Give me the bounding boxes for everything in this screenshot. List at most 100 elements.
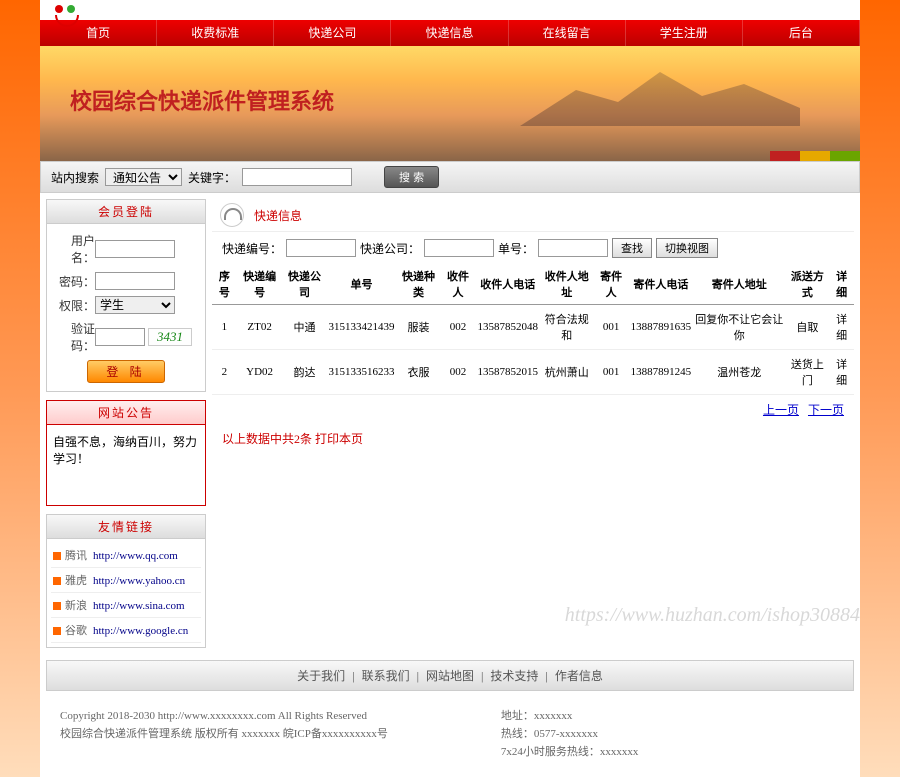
cell: 002 — [441, 350, 476, 395]
captcha-input[interactable] — [95, 328, 145, 346]
password-label: 密码： — [53, 273, 95, 290]
cell: 符合法规和 — [540, 305, 594, 350]
cell[interactable]: 详细 — [829, 350, 854, 395]
th: 派送方式 — [785, 264, 829, 305]
banner-title: 校园综合快递派件管理系统 — [70, 84, 334, 116]
th: 快递种类 — [397, 264, 441, 305]
password-input[interactable] — [95, 272, 175, 290]
link-item[interactable]: 腾讯http://www.qq.com — [51, 543, 201, 568]
cell: 13587852015 — [475, 350, 540, 395]
header-bar — [40, 0, 860, 20]
th: 寄件人地址 — [693, 264, 785, 305]
login-panel: 会员登陆 用户名： 密码： 权限：学生 验证码： 3431 登 陆 — [46, 199, 206, 392]
table-row: 1ZT02中通315133421439服装00213587852048符合法规和… — [212, 305, 854, 350]
copyright-2: 校园综合快递派件管理系统 版权所有 xxxxxxx 皖ICP备xxxxxxxxx… — [60, 725, 501, 743]
link-item[interactable]: 新浪http://www.sina.com — [51, 593, 201, 618]
login-panel-title: 会员登陆 — [47, 200, 205, 224]
th: 序号 — [212, 264, 237, 305]
nav-register[interactable]: 学生注册 — [626, 20, 743, 46]
link-item[interactable]: 谷歌http://www.google.cn — [51, 618, 201, 643]
page-prev[interactable]: 上一页 — [763, 403, 799, 417]
th: 寄件人电话 — [629, 264, 694, 305]
bullet-icon — [53, 552, 61, 560]
th: 收件人地址 — [540, 264, 594, 305]
footer-nav: 关于我们 | 联系我们 | 网站地图 | 技术支持 | 作者信息 — [46, 660, 854, 691]
search-button[interactable]: 搜 索 — [384, 166, 439, 188]
th: 详细 — [829, 264, 854, 305]
filter-code-label: 快递编号： — [222, 240, 282, 257]
express-table: 序号 快递编号 快递公司 单号 快递种类 收件人 收件人电话 收件人地址 寄件人… — [212, 264, 854, 395]
keyword-label: 关键字： — [188, 169, 236, 186]
link-item[interactable]: 雅虎http://www.yahoo.cn — [51, 568, 201, 593]
filter-company-label: 快递公司： — [360, 240, 420, 257]
username-input[interactable] — [95, 240, 175, 258]
nav-message[interactable]: 在线留言 — [509, 20, 626, 46]
cell: 002 — [441, 305, 476, 350]
cell: 2 — [212, 350, 237, 395]
summary-text: 以上数据中共2条 打印本页 — [212, 424, 854, 453]
cell: 中通 — [283, 305, 327, 350]
login-button[interactable]: 登 陆 — [87, 360, 164, 383]
filter-search-button[interactable]: 查找 — [612, 238, 652, 258]
cell: 1 — [212, 305, 237, 350]
footer-nav-item[interactable]: 技术支持 — [490, 669, 538, 683]
filter-tracking-label: 单号： — [498, 240, 534, 257]
nav-company[interactable]: 快递公司 — [274, 20, 391, 46]
cell: 杭州萧山 — [540, 350, 594, 395]
filter-row: 快递编号： 快递公司： 单号： 查找 切换视图 — [212, 232, 854, 264]
footer-nav-item[interactable]: 关于我们 — [297, 669, 345, 683]
notice-title: 网站公告 — [47, 401, 205, 425]
notice-panel: 网站公告 自强不息，海纳百川，努力学习！ — [46, 400, 206, 506]
filter-toggle-button[interactable]: 切换视图 — [656, 238, 718, 258]
cell[interactable]: 详细 — [829, 305, 854, 350]
filter-company-input[interactable] — [424, 239, 494, 257]
cell: 回复你不让它会让你 — [693, 305, 785, 350]
table-row: 2YD02韵达315133516233衣服00213587852015杭州萧山0… — [212, 350, 854, 395]
role-label: 权限： — [53, 297, 95, 314]
notice-content: 自强不息，海纳百川，努力学习！ — [47, 425, 205, 505]
cell: 315133516233 — [327, 350, 397, 395]
cell: 13887891635 — [629, 305, 694, 350]
th: 寄件人 — [594, 264, 629, 305]
th: 收件人 — [441, 264, 476, 305]
captcha-image[interactable]: 3431 — [148, 328, 192, 346]
cell: 001 — [594, 305, 629, 350]
cell: 自取 — [785, 305, 829, 350]
logo — [55, 2, 79, 27]
links-title: 友情链接 — [47, 515, 205, 539]
banner: 校园综合快递派件管理系统 — [40, 46, 860, 161]
cell: 服装 — [397, 305, 441, 350]
th: 快递编号 — [237, 264, 283, 305]
cell: 13587852048 — [475, 305, 540, 350]
headset-icon — [220, 203, 244, 227]
footer: Copyright 2018-2030 http://www.xxxxxxxx.… — [40, 697, 860, 777]
role-select[interactable]: 学生 — [95, 296, 175, 314]
page-next[interactable]: 下一页 — [808, 403, 844, 417]
content-area: 快递信息 快递编号： 快递公司： 单号： 查找 切换视图 序号 快递编号 快递公… — [212, 199, 854, 648]
bullet-icon — [53, 577, 61, 585]
search-bar: 站内搜索 通知公告 关键字： 搜 索 — [40, 161, 860, 193]
cell: 韵达 — [283, 350, 327, 395]
cell: 315133421439 — [327, 305, 397, 350]
cell: 温州苍龙 — [693, 350, 785, 395]
nav-express[interactable]: 快递信息 — [391, 20, 508, 46]
cell: 001 — [594, 350, 629, 395]
cell: 13887891245 — [629, 350, 694, 395]
filter-code-input[interactable] — [286, 239, 356, 257]
cell: 送货上门 — [785, 350, 829, 395]
username-label: 用户名： — [53, 232, 95, 266]
captcha-label: 验证码： — [53, 320, 95, 354]
footer-nav-item[interactable]: 作者信息 — [555, 669, 603, 683]
filter-tracking-input[interactable] — [538, 239, 608, 257]
search-input[interactable] — [242, 168, 352, 186]
content-title: 快递信息 — [254, 207, 302, 224]
footer-nav-item[interactable]: 联系我们 — [362, 669, 410, 683]
nav-fee[interactable]: 收费标准 — [157, 20, 274, 46]
bullet-icon — [53, 602, 61, 610]
nav-admin[interactable]: 后台 — [743, 20, 860, 46]
pager: 上一页 下一页 — [212, 395, 854, 424]
search-category-select[interactable]: 通知公告 — [105, 168, 182, 186]
th: 快递公司 — [283, 264, 327, 305]
footer-address: 地址：xxxxxxx — [501, 707, 840, 725]
footer-nav-item[interactable]: 网站地图 — [426, 669, 474, 683]
